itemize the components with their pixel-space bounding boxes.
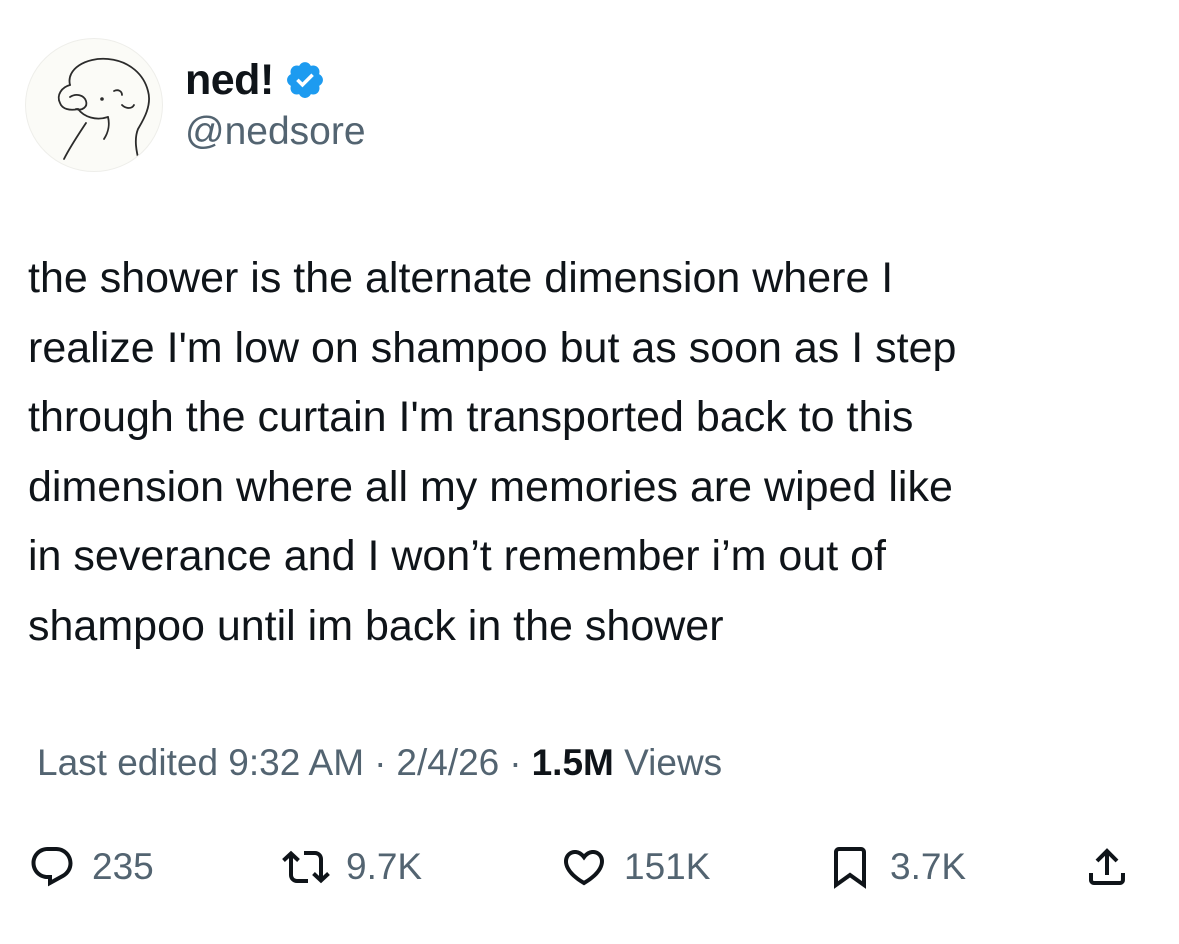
bookmark-icon [826, 843, 874, 891]
retweet-icon [282, 843, 330, 891]
views-label: Views [624, 742, 723, 783]
meta-separator: · [509, 742, 522, 783]
retweet-count: 9.7K [346, 846, 423, 887]
bookmark-count: 3.7K [890, 846, 967, 887]
action-bar: 235 9.7K 151K 3.7K [0, 832, 1179, 902]
like-count: 151K [624, 846, 711, 887]
tweet-date[interactable]: 2/4/26 [396, 742, 499, 783]
author-name-row[interactable]: ned! [185, 52, 326, 108]
tweet-card: ned! @nedsore the shower is the alternat… [0, 0, 1179, 944]
avatar[interactable] [25, 38, 163, 172]
edited-timestamp[interactable]: Last edited 9:32 AM [37, 742, 364, 783]
reply-icon [28, 843, 76, 891]
views-count: 1.5M [531, 742, 614, 783]
heart-icon [560, 843, 608, 891]
author-handle[interactable]: @nedsore [185, 110, 366, 154]
display-name[interactable]: ned! [185, 56, 274, 105]
like-button[interactable]: 151K [560, 832, 710, 902]
tweet-text: the shower is the alternate dimension wh… [28, 254, 957, 650]
bookmark-button[interactable]: 3.7K [826, 832, 966, 902]
tweet-metadata: Last edited 9:32 AM · 2/4/26 · 1.5M Views [37, 742, 722, 784]
share-button[interactable] [1083, 832, 1131, 902]
retweet-button[interactable]: 9.7K [282, 832, 422, 902]
reply-button[interactable]: 235 [28, 832, 154, 902]
reply-count: 235 [92, 846, 154, 887]
share-icon [1083, 843, 1131, 891]
verified-badge-icon[interactable] [284, 59, 326, 101]
meta-separator: · [374, 742, 387, 783]
dog-sketch-avatar-icon [57, 57, 150, 166]
